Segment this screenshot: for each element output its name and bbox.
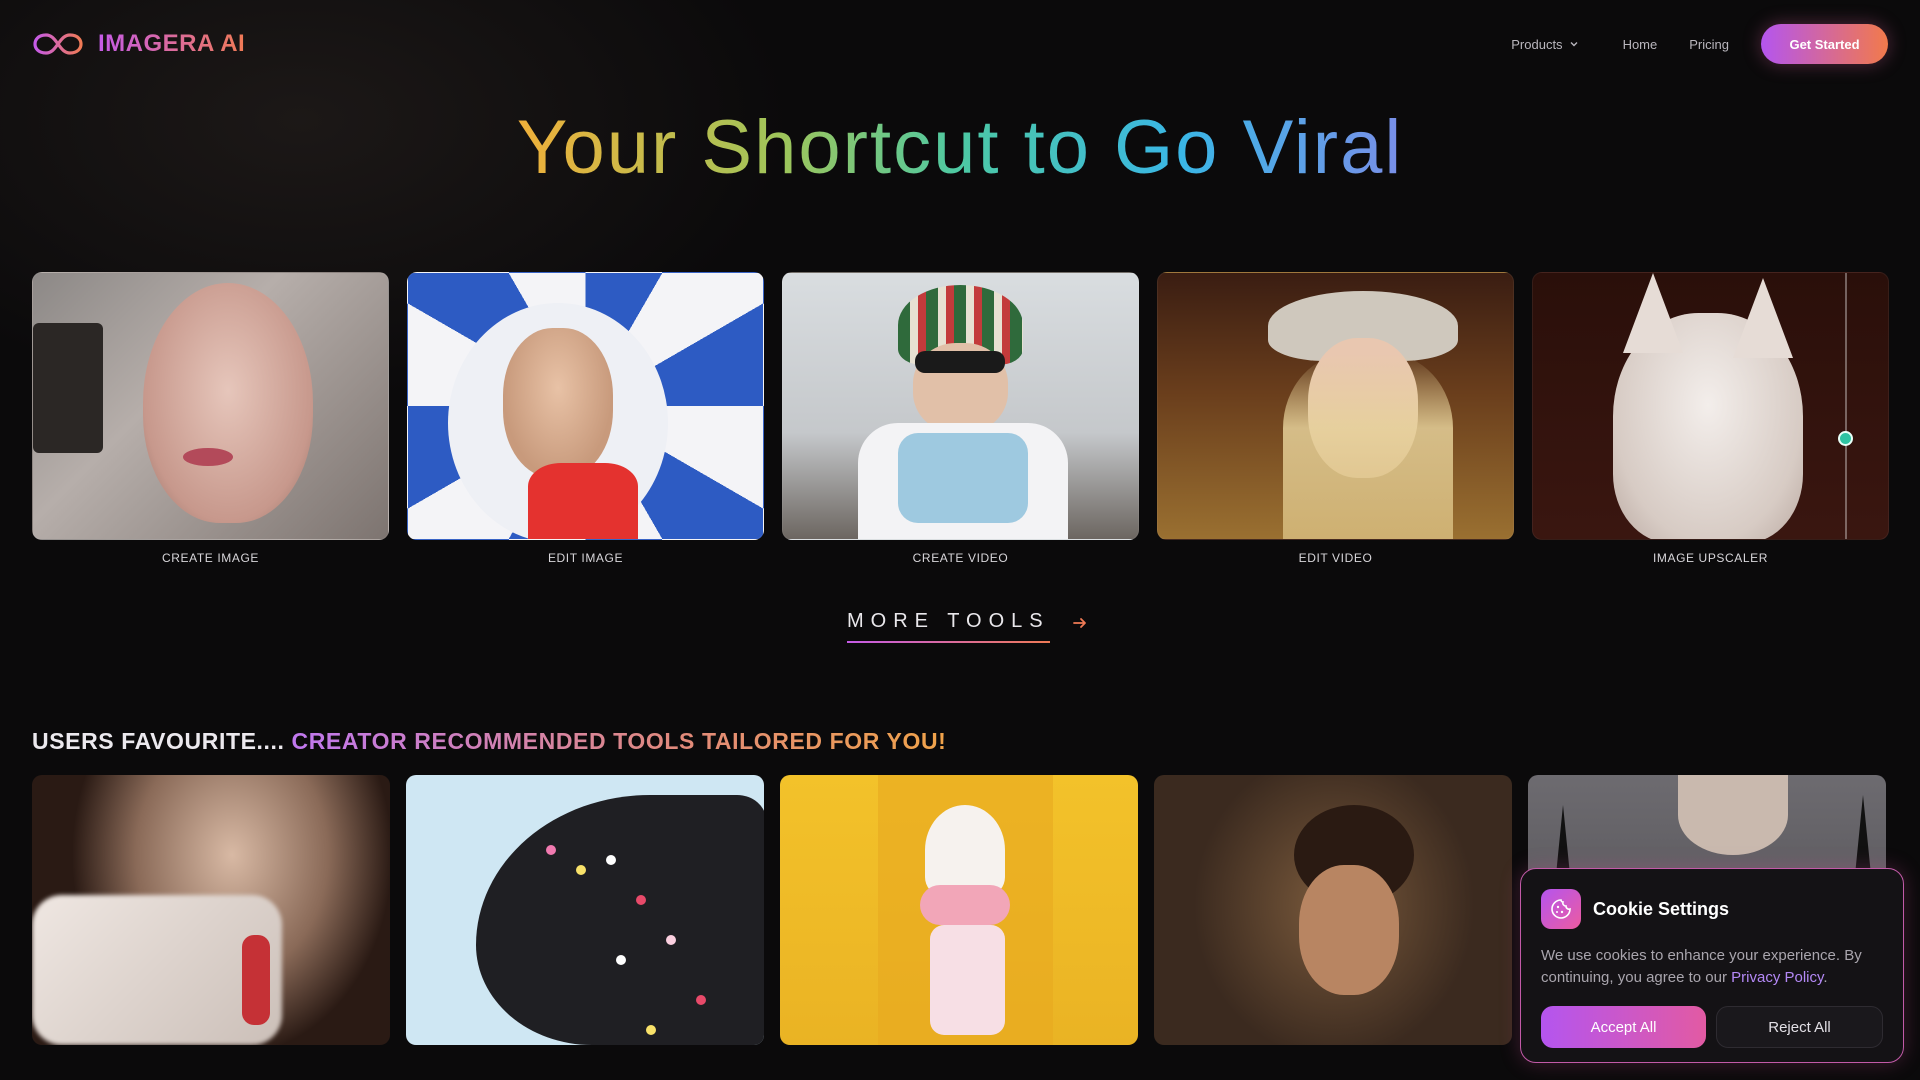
tool-card-create-image[interactable]: CREATE IMAGE: [32, 272, 389, 565]
hero-title-text: Your Shortcut to Go Viral: [516, 105, 1404, 190]
more-tools-link[interactable]: MORE TOOLS: [847, 610, 1088, 643]
hero-title: Your Shortcut to Go Viral: [0, 100, 1920, 196]
brand-logo[interactable]: IMAGERA AI: [32, 30, 245, 58]
cookie-message: We use cookies to enhance your experienc…: [1541, 945, 1881, 989]
reject-all-button[interactable]: Reject All: [1716, 1006, 1883, 1048]
favourites-heading: USERS FAVOURITE.... CREATOR RECOMMENDED …: [32, 728, 946, 755]
top-nav: IMAGERA AI Products Home Pricing Get Sta…: [0, 0, 1920, 88]
favourite-card[interactable]: [1154, 775, 1512, 1045]
favourites-heading-plain: USERS FAVOURITE....: [32, 728, 285, 754]
tool-card-create-video[interactable]: CREATE VIDEO: [782, 272, 1139, 565]
accept-all-button[interactable]: Accept All: [1541, 1006, 1706, 1048]
tool-card-edit-image[interactable]: EDIT IMAGE: [407, 272, 764, 565]
edit-video-thumbnail: [1157, 272, 1514, 540]
arrow-right-icon: [1072, 617, 1086, 628]
privacy-policy-link[interactable]: Privacy Policy: [1731, 969, 1823, 986]
tool-label: IMAGE UPSCALER: [1652, 551, 1769, 565]
tool-label: EDIT IMAGE: [547, 551, 624, 565]
edit-image-thumbnail: [407, 272, 764, 540]
favourites-heading-accent: CREATOR RECOMMENDED TOOLS TAILORED FOR Y…: [291, 728, 947, 754]
create-video-thumbnail: [782, 272, 1139, 540]
nav-products-label: Products: [1511, 36, 1563, 52]
tool-card-edit-video[interactable]: EDIT VIDEO: [1157, 272, 1514, 565]
create-image-thumbnail: [32, 272, 389, 540]
tool-label: CREATE IMAGE: [162, 551, 259, 565]
tool-label: CREATE VIDEO: [912, 551, 1009, 565]
cookie-header: Cookie Settings: [1541, 889, 1883, 929]
cookie-buttons: Accept All Reject All: [1541, 1006, 1883, 1048]
favourite-card[interactable]: [780, 775, 1138, 1045]
cookie-icon: [1541, 889, 1581, 929]
cookie-settings-dialog: Cookie Settings We use cookies to enhanc…: [1520, 868, 1904, 1063]
get-started-button[interactable]: Get Started: [1761, 24, 1888, 64]
favourite-card[interactable]: [32, 775, 390, 1045]
nav-pricing-link[interactable]: Pricing: [1689, 37, 1729, 52]
cookie-glyph-icon: [1551, 899, 1571, 919]
infinity-logo-icon: [33, 33, 83, 55]
brand-name: IMAGERA AI: [98, 30, 246, 57]
tool-card-image-upscaler[interactable]: IMAGE UPSCALER: [1532, 272, 1889, 565]
nav-links: Products Home Pricing Get Started: [1511, 24, 1888, 64]
favourite-card[interactable]: [406, 775, 764, 1045]
compare-slider-handle[interactable]: [1838, 431, 1853, 446]
chevron-down-icon: [1570, 42, 1578, 47]
image-upscaler-thumbnail: [1532, 272, 1889, 540]
nav-home-link[interactable]: Home: [1623, 37, 1658, 52]
more-tools-label: MORE TOOLS: [847, 610, 1050, 643]
tool-label: EDIT VIDEO: [1298, 551, 1373, 565]
cookie-message-suffix: .: [1823, 969, 1828, 986]
tools-row: CREATE IMAGE EDIT IMAGE CREATE VIDEO EDI…: [32, 272, 1889, 565]
cookie-title: Cookie Settings: [1593, 898, 1730, 919]
nav-products-dropdown[interactable]: Products: [1511, 37, 1578, 52]
